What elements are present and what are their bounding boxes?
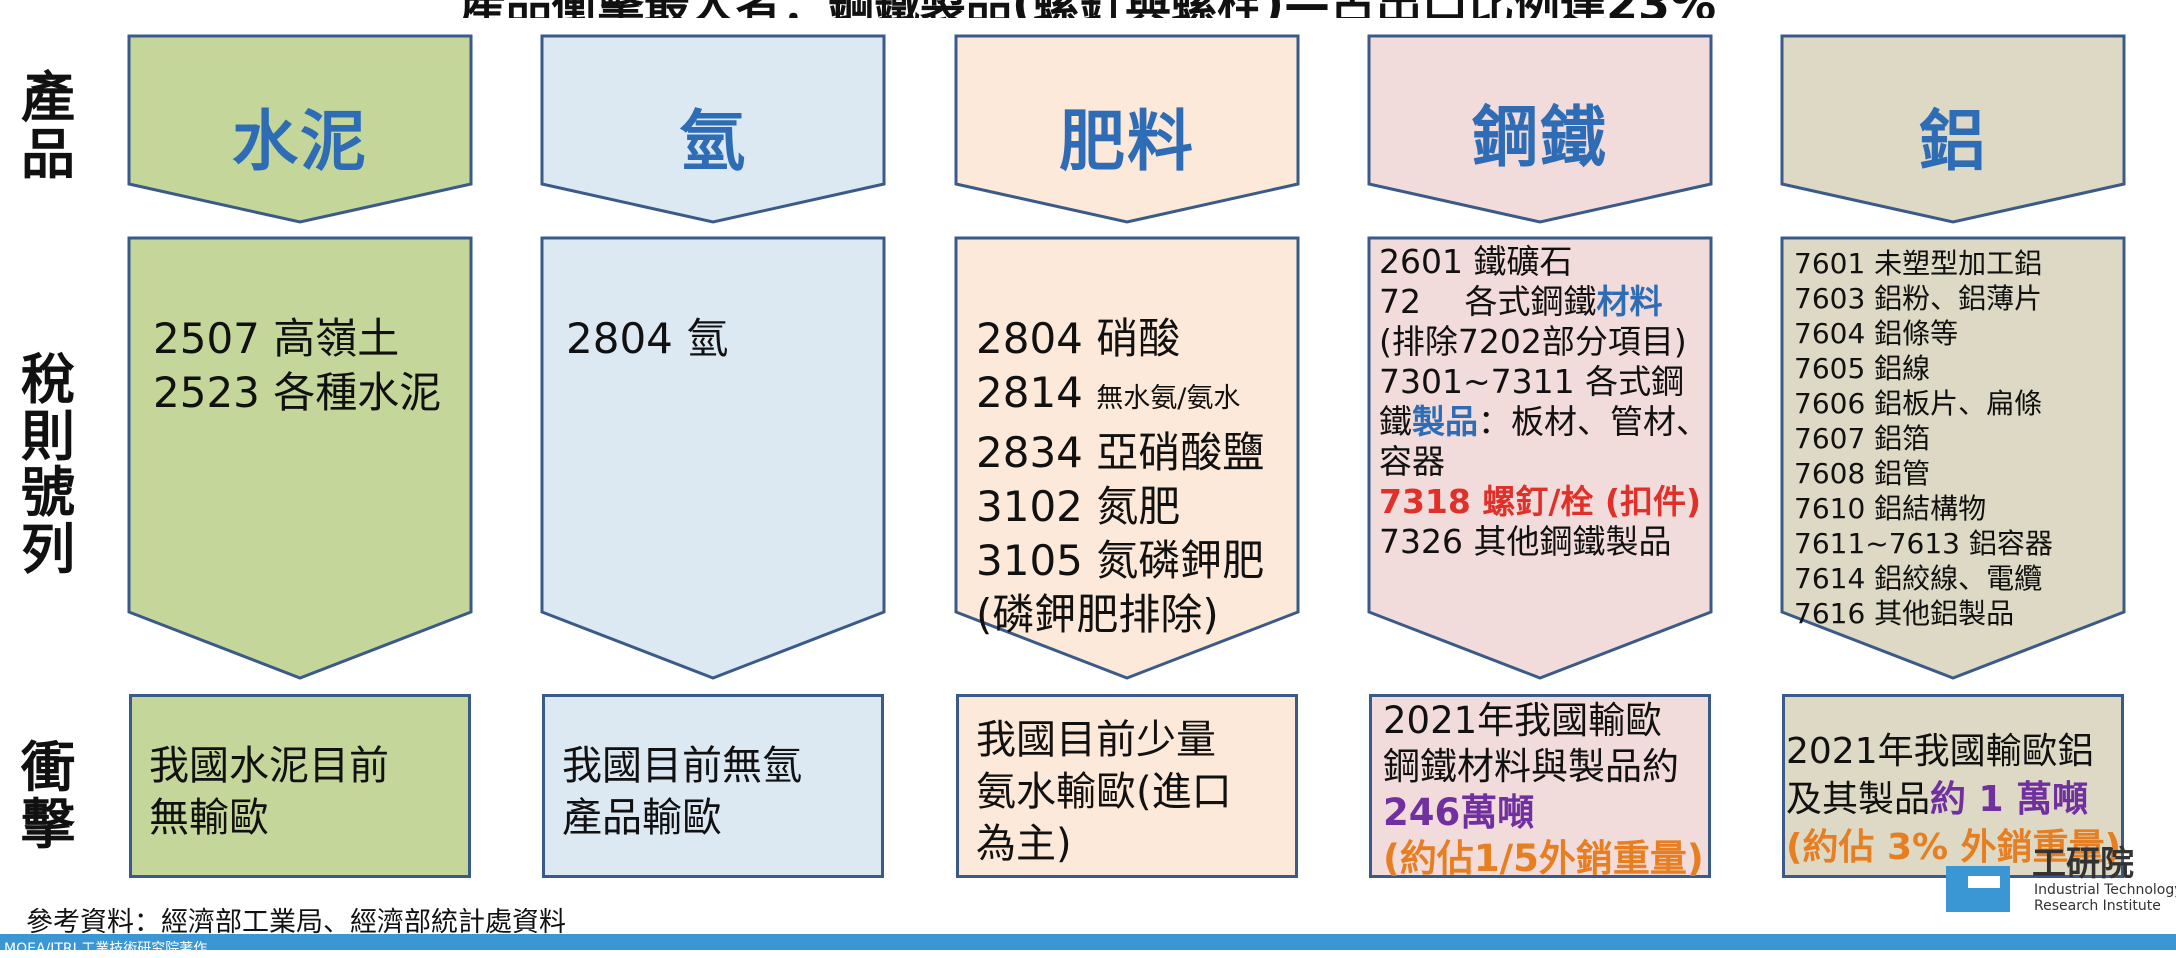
row-label-tariff: 稅則號列 bbox=[21, 348, 75, 582]
product-name-aluminium: 鋁 bbox=[1919, 103, 1987, 180]
row-label-product: 產品 bbox=[21, 66, 75, 186]
impact-text-cement: 我國水泥目前 無輸歐 bbox=[149, 743, 389, 841]
itri-logo-en: Industrial Technology Research Institute bbox=[2034, 882, 2176, 914]
tariff-list-hydrogen: 2804 氫 bbox=[566, 314, 729, 363]
impact-text-fertilizer: 我國目前少量 氨水輸歐(進口 為主) bbox=[976, 717, 1232, 867]
itri-logo-cn: 工研院 bbox=[2032, 844, 2134, 884]
row-label-impact: 衝擊 bbox=[21, 736, 75, 856]
tariff-list-fertilizer: 2804 硝酸 2814 無水氨/氨水 2834 亞硝酸鹽 3102 氮肥 31… bbox=[976, 314, 1265, 639]
product-name-steel: 鋼鐵 bbox=[1472, 99, 1608, 176]
itri-logo: 工研院 Industrial Technology Research Insti… bbox=[1946, 836, 2176, 916]
page-title: 產品衝擊最大者：鋼鐵製品(螺釘與螺栓)—占出口比例達23% bbox=[0, 0, 2176, 18]
tariff-list-cement: 2507 高嶺土 2523 各種水泥 bbox=[153, 314, 442, 417]
footer-text: MOEA/ITRI 工業技術研究院著作 bbox=[4, 941, 208, 957]
product-name-hydrogen: 氫 bbox=[679, 103, 747, 180]
impact-text-hydrogen: 我國目前無氫 產品輸歐 bbox=[562, 743, 802, 841]
tariff-list-aluminium: 7601 未塑型加工鋁 7603 鋁粉、鋁薄片 7604 鋁條等 7605 鋁線… bbox=[1794, 247, 2053, 630]
product-name-fertilizer: 肥料 bbox=[1059, 103, 1195, 180]
product-name-cement: 水泥 bbox=[232, 103, 368, 180]
impact-text-steel: 2021年我國輸歐 鋼鐵材料與製品約 246萬噸 (約佔1/5外銷重量) bbox=[1383, 699, 1704, 880]
tariff-chevron-cement bbox=[127, 236, 473, 680]
itri-logo-mark-icon bbox=[1946, 866, 2010, 912]
footer-bar bbox=[0, 934, 2176, 950]
tariff-list-steel: 2601 鐵礦石 72 各式鋼鐵材料 (排除7202部分項目) 7301~731… bbox=[1379, 242, 1709, 561]
tariff-chevron-hydrogen bbox=[540, 236, 886, 680]
